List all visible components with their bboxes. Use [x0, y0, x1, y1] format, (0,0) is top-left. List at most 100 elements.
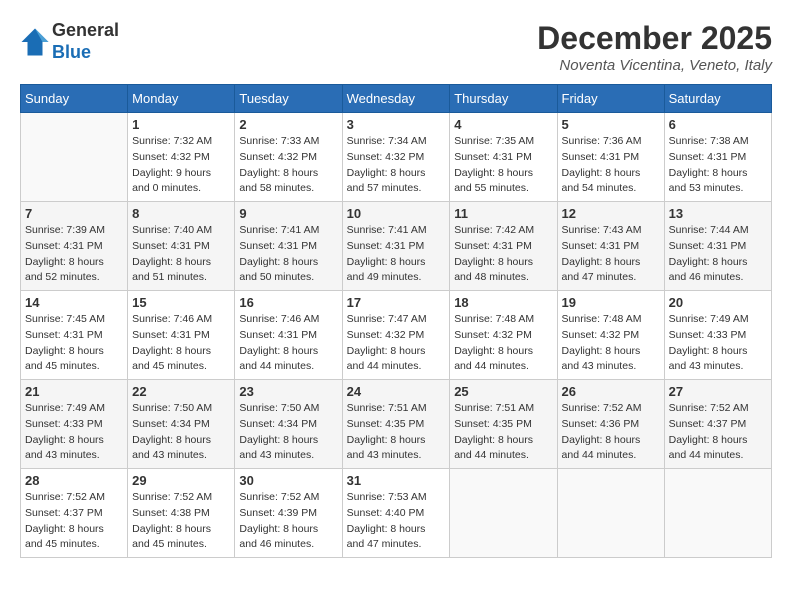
day-info: Sunrise: 7:52 AMSunset: 4:39 PMDaylight:… [239, 490, 337, 553]
calendar-cell: 10 Sunrise: 7:41 AMSunset: 4:31 PMDayligh… [342, 202, 450, 291]
weekday-header-saturday: Saturday [664, 85, 771, 113]
calendar-cell: 9Sunrise: 7:41 AMSunset: 4:31 PMDaylight… [235, 202, 342, 291]
day-info: Sunrise: 7:52 AMSunset: 4:38 PMDaylight:… [132, 490, 230, 553]
day-number: 22 [132, 384, 230, 399]
day-number: 26 [562, 384, 660, 399]
day-number: 21 [25, 384, 123, 399]
day-number: 11 [454, 206, 552, 221]
weekday-header-thursday: Thursday [450, 85, 557, 113]
calendar-cell [557, 469, 664, 558]
day-number: 8 [132, 206, 230, 221]
weekday-header-wednesday: Wednesday [342, 85, 450, 113]
calendar-cell: 4Sunrise: 7:35 AMSunset: 4:31 PMDaylight… [450, 113, 557, 202]
calendar-cell: 29Sunrise: 7:52 AMSunset: 4:38 PMDayligh… [128, 469, 235, 558]
day-info: Sunrise: 7:53 AMSunset: 4:40 PMDaylight:… [347, 490, 446, 553]
calendar-cell: 8 Sunrise: 7:40 AMSunset: 4:31 PMDaylight… [128, 202, 235, 291]
weekday-header-sunday: Sunday [21, 85, 128, 113]
day-info: Sunrise: 7:49 AMSunset: 4:33 PMDaylight:… [669, 312, 767, 375]
day-info: Sunrise: 7:50 AMSunset: 4:34 PMDaylight:… [239, 401, 337, 464]
day-info: Sunrise: 7:48 AMSunset: 4:32 PMDaylight:… [454, 312, 552, 375]
day-info: Sunrise: 7:42 AMSunset: 4:31 PMDaylight:… [454, 223, 552, 286]
calendar-cell: 1 Sunrise: 7:32 AMSunset: 4:32 PMDaylight… [128, 113, 235, 202]
calendar-cell: 2 Sunrise: 7:33 AMSunset: 4:32 PMDaylight… [235, 113, 342, 202]
day-number: 12 [562, 206, 660, 221]
day-info: Sunrise: 7:33 AMSunset: 4:32 PMDaylight:… [239, 134, 337, 197]
weekday-header-row: SundayMondayTuesdayWednesdayThursdayFrid… [21, 85, 772, 113]
page-header: General Blue December 2025 Noventa Vicen… [20, 20, 772, 74]
day-number: 15 [132, 295, 230, 310]
calendar-cell: 30 Sunrise: 7:52 AMSunset: 4:39 PMDayligh… [235, 469, 342, 558]
calendar-cell: 12 Sunrise: 7:43 AMSunset: 4:31 PMDayligh… [557, 202, 664, 291]
month-title: December 2025 [537, 20, 772, 57]
calendar-cell: 18 Sunrise: 7:48 AMSunset: 4:32 PMDayligh… [450, 291, 557, 380]
logo-general-text: General [52, 20, 119, 42]
day-info: Sunrise: 7:39 AMSunset: 4:31 PMDaylight:… [25, 223, 123, 286]
weekday-header-tuesday: Tuesday [235, 85, 342, 113]
calendar-cell: 31 Sunrise: 7:53 AMSunset: 4:40 PMDayligh… [342, 469, 450, 558]
day-number: 23 [239, 384, 337, 399]
day-number: 3 [347, 117, 446, 132]
week-row-2: 7 Sunrise: 7:39 AMSunset: 4:31 PMDaylight… [21, 202, 772, 291]
location-text: Noventa Vicentina, Veneto, Italy [537, 57, 772, 74]
calendar-cell: 6Sunrise: 7:38 AMSunset: 4:31 PMDaylight… [664, 113, 771, 202]
day-info: Sunrise: 7:46 AMSunset: 4:31 PMDaylight:… [239, 312, 337, 375]
calendar-cell: 21 Sunrise: 7:49 AMSunset: 4:33 PMDayligh… [21, 380, 128, 469]
day-number: 30 [239, 473, 337, 488]
day-number: 17 [347, 295, 446, 310]
day-info: Sunrise: 7:34 AMSunset: 4:32 PMDaylight:… [347, 134, 446, 197]
day-info: Sunrise: 7:43 AMSunset: 4:31 PMDaylight:… [562, 223, 660, 286]
day-info: Sunrise: 7:40 AMSunset: 4:31 PMDaylight:… [132, 223, 230, 286]
logo-blue-text: Blue [52, 42, 119, 64]
calendar-cell: 22 Sunrise: 7:50 AMSunset: 4:34 PMDayligh… [128, 380, 235, 469]
day-info: Sunrise: 7:47 AMSunset: 4:32 PMDaylight:… [347, 312, 446, 375]
day-info: Sunrise: 7:51 AMSunset: 4:35 PMDaylight:… [347, 401, 446, 464]
day-info: Sunrise: 7:52 AMSunset: 4:36 PMDaylight:… [562, 401, 660, 464]
calendar-cell [664, 469, 771, 558]
day-number: 2 [239, 117, 337, 132]
day-number: 9 [239, 206, 337, 221]
calendar-cell: 26 Sunrise: 7:52 AMSunset: 4:36 PMDayligh… [557, 380, 664, 469]
day-number: 24 [347, 384, 446, 399]
day-number: 5 [562, 117, 660, 132]
day-number: 16 [239, 295, 337, 310]
day-info: Sunrise: 7:49 AMSunset: 4:33 PMDaylight:… [25, 401, 123, 464]
calendar-table: SundayMondayTuesdayWednesdayThursdayFrid… [20, 84, 772, 558]
day-info: Sunrise: 7:50 AMSunset: 4:34 PMDaylight:… [132, 401, 230, 464]
week-row-1: 1 Sunrise: 7:32 AMSunset: 4:32 PMDaylight… [21, 113, 772, 202]
calendar-cell: 24 Sunrise: 7:51 AMSunset: 4:35 PMDayligh… [342, 380, 450, 469]
weekday-header-monday: Monday [128, 85, 235, 113]
day-info: Sunrise: 7:35 AMSunset: 4:31 PMDaylight:… [454, 134, 552, 197]
day-number: 7 [25, 206, 123, 221]
day-number: 10 [347, 206, 446, 221]
calendar-cell: 16 Sunrise: 7:46 AMSunset: 4:31 PMDayligh… [235, 291, 342, 380]
calendar-cell: 11 Sunrise: 7:42 AMSunset: 4:31 PMDayligh… [450, 202, 557, 291]
day-info: Sunrise: 7:38 AMSunset: 4:31 PMDaylight:… [669, 134, 767, 197]
day-info: Sunrise: 7:32 AMSunset: 4:32 PMDaylight:… [132, 134, 230, 197]
day-info: Sunrise: 7:48 AMSunset: 4:32 PMDaylight:… [562, 312, 660, 375]
weekday-header-friday: Friday [557, 85, 664, 113]
calendar-cell: 25 Sunrise: 7:51 AMSunset: 4:35 PMDayligh… [450, 380, 557, 469]
day-number: 31 [347, 473, 446, 488]
day-info: Sunrise: 7:46 AMSunset: 4:31 PMDaylight:… [132, 312, 230, 375]
calendar-cell: 19 Sunrise: 7:48 AMSunset: 4:32 PMDayligh… [557, 291, 664, 380]
day-number: 25 [454, 384, 552, 399]
day-number: 27 [669, 384, 767, 399]
calendar-cell: 23 Sunrise: 7:50 AMSunset: 4:34 PMDayligh… [235, 380, 342, 469]
calendar-cell: 15 Sunrise: 7:46 AMSunset: 4:31 PMDayligh… [128, 291, 235, 380]
calendar-cell [21, 113, 128, 202]
week-row-4: 21 Sunrise: 7:49 AMSunset: 4:33 PMDayligh… [21, 380, 772, 469]
logo-icon [20, 27, 50, 57]
calendar-cell: 13 Sunrise: 7:44 AMSunset: 4:31 PMDayligh… [664, 202, 771, 291]
day-number: 18 [454, 295, 552, 310]
day-info: Sunrise: 7:44 AMSunset: 4:31 PMDaylight:… [669, 223, 767, 286]
day-number: 19 [562, 295, 660, 310]
day-info: Sunrise: 7:36 AMSunset: 4:31 PMDaylight:… [562, 134, 660, 197]
day-info: Sunrise: 7:41 AMSunset: 4:31 PMDaylight:… [347, 223, 446, 286]
logo: General Blue [20, 20, 119, 63]
calendar-cell: 17 Sunrise: 7:47 AMSunset: 4:32 PMDayligh… [342, 291, 450, 380]
day-info: Sunrise: 7:51 AMSunset: 4:35 PMDaylight:… [454, 401, 552, 464]
calendar-cell: 14Sunrise: 7:45 AMSunset: 4:31 PMDayligh… [21, 291, 128, 380]
day-number: 13 [669, 206, 767, 221]
day-number: 1 [132, 117, 230, 132]
calendar-cell: 3 Sunrise: 7:34 AMSunset: 4:32 PMDaylight… [342, 113, 450, 202]
